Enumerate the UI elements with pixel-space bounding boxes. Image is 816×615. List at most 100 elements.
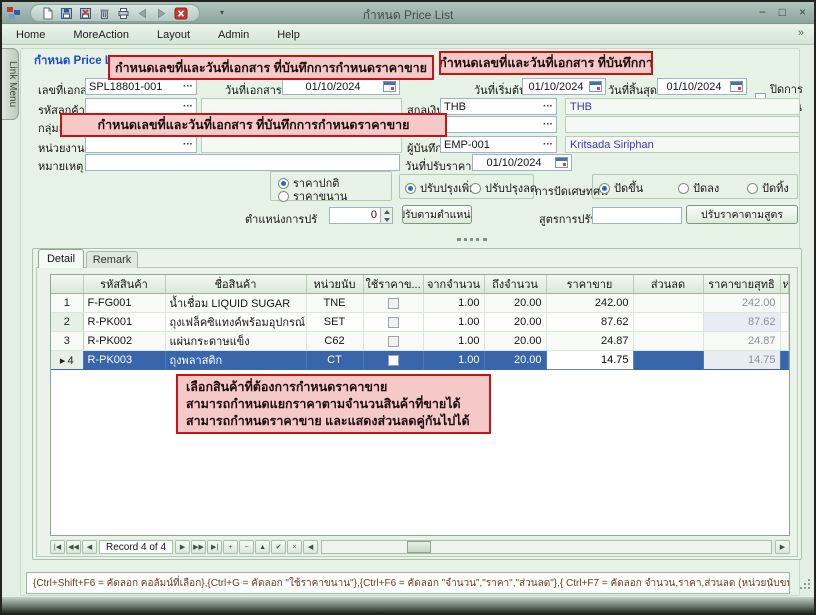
col-indicator[interactable]	[51, 275, 83, 294]
extra-lookup-field[interactable]: ···	[440, 116, 557, 133]
department-label: หน่วยงาน	[38, 139, 84, 157]
nav-prev-button[interactable]: ◀	[82, 540, 97, 554]
radio-icon	[278, 191, 289, 202]
window-bottom-edge	[2, 597, 814, 613]
col-price[interactable]: ราคาขาย	[546, 275, 633, 294]
nav-add-button[interactable]: +	[223, 540, 238, 554]
tab-remark[interactable]: Remark	[86, 251, 138, 268]
price-edit-cell[interactable]: 14.75	[546, 351, 633, 370]
nav-next-page-button[interactable]: ▶▶	[191, 540, 206, 554]
menu-help[interactable]: Help	[263, 27, 314, 43]
nav-delete-button[interactable]: −	[239, 540, 254, 554]
adjust-by-formula-button[interactable]: ปรับราคาตามสูตร	[686, 205, 798, 224]
close-button[interactable]: ×	[799, 5, 806, 19]
radio-icon	[678, 183, 689, 194]
col-use-parallel[interactable]: ใช้ราคาข...	[363, 275, 423, 294]
col-unit[interactable]: หน่วยนับ	[306, 275, 363, 294]
table-row[interactable]: 1 F-FG001 น้ำเชื่อม LIQUID SUGAR TNE 1.0…	[51, 294, 789, 313]
col-item-code[interactable]: รหัสสินค้า	[83, 275, 165, 294]
hscroll-left-button[interactable]: ◀	[303, 540, 318, 554]
splitter-handle[interactable]	[457, 238, 487, 241]
stepper-arrows-icon[interactable]	[380, 208, 392, 223]
menu-layout[interactable]: Layout	[143, 27, 204, 43]
start-date-field[interactable]: 01/10/2024	[522, 78, 606, 95]
radio-icon	[747, 183, 758, 194]
department-field[interactable]: ···	[85, 136, 197, 153]
annotation-box-group: กำหนดเลขที่และวันที่เอกสาร ที่บันทึกการก…	[60, 113, 447, 137]
price-parallel-radio[interactable]: ราคาขนาน	[278, 187, 347, 205]
col-to-qty[interactable]: ถึงจำนวน	[484, 275, 546, 294]
end-date-label: วันที่สิ้นสุด	[608, 81, 657, 99]
tab-detail[interactable]: Detail	[38, 249, 84, 268]
nav-last-button[interactable]: ▶|	[207, 540, 222, 554]
maximize-button[interactable]: □	[779, 5, 786, 19]
doc-date-field[interactable]: 01/10/2024	[282, 78, 400, 95]
col-item-name[interactable]: ชื่อสินค้า	[165, 275, 306, 294]
use-parallel-checkbox[interactable]	[388, 336, 399, 347]
customer-code-lookup-button[interactable]: ···	[183, 103, 193, 111]
extra-lookup-button[interactable]: ···	[543, 121, 553, 129]
currency-display: THB	[565, 98, 800, 115]
nav-first-button[interactable]: |◀	[50, 540, 65, 554]
minimize-button[interactable]: −	[759, 5, 766, 19]
nav-prev-page-button[interactable]: ◀◀	[66, 540, 81, 554]
use-parallel-checkbox[interactable]	[388, 317, 399, 328]
round-down-radio[interactable]: ปัดลง	[678, 179, 719, 197]
table-row[interactable]: 3 R-PK002 แผ่นกระดาษแข็ง C62 1.00 20.00 …	[51, 332, 789, 351]
adjust-date-label: วันที่ปรับราคา	[405, 157, 471, 175]
scrollbar-thumb[interactable]	[407, 541, 431, 553]
department-lookup-button[interactable]: ···	[183, 141, 193, 149]
grid-area: รหัสสินค้า ชื่อสินค้า หน่วยนับ ใช้ราคาข.…	[50, 274, 790, 536]
col-net-price[interactable]: ราคาขายสุทธิ	[703, 275, 780, 294]
calendar-icon[interactable]	[730, 81, 743, 92]
round-discard-radio[interactable]: ปัดทิ้ง	[747, 179, 789, 197]
calendar-icon[interactable]	[589, 81, 602, 92]
end-date-field[interactable]: 01/10/2024	[657, 78, 747, 95]
hscroll-right-button[interactable]: ▶	[775, 540, 790, 554]
titlebar: ▾ กำหนด Price List − □ ×	[2, 2, 814, 24]
nav-edit-button[interactable]: ▲	[255, 540, 270, 554]
recorder-lookup-button[interactable]: ···	[543, 141, 553, 149]
doc-no-lookup-button[interactable]: ···	[183, 83, 193, 91]
col-from-qty[interactable]: จากจำนวน	[423, 275, 484, 294]
position-label: ตำแหน่งการปรั	[245, 210, 317, 228]
link-menu-tab[interactable]: Link Menu	[2, 48, 19, 120]
department-display	[201, 136, 402, 153]
col-extra[interactable]: หน	[780, 275, 789, 294]
use-parallel-checkbox[interactable]	[388, 355, 399, 366]
doc-no-field[interactable]: SPL18801-001 ···	[85, 78, 197, 95]
nav-commit-button[interactable]: ✔	[271, 540, 286, 554]
menubar: Home MoreAction Layout Admin Help	[2, 25, 814, 45]
record-count-label: Record 4 of 4	[99, 540, 173, 554]
table-row-selected[interactable]: ▸4 R-PK003 ถุงพลาสติก CT 1.00 20.00 14.7…	[51, 351, 789, 370]
radio-icon	[599, 183, 610, 194]
menu-moreaction[interactable]: MoreAction	[59, 27, 143, 43]
menu-overflow-icon[interactable]: »	[798, 27, 804, 39]
adjust-date-field[interactable]: 01/10/2024	[472, 154, 572, 171]
recorder-field[interactable]: EMP-001 ···	[440, 136, 557, 153]
grid-header-row: รหัสสินค้า ชื่อสินค้า หน่วยนับ ใช้ราคาข.…	[51, 275, 789, 294]
table-row[interactable]: 2 R-PK001 ถุงเฟล็คซิแทงค์พร้อมอุปกรณ์เสร…	[51, 313, 789, 332]
calendar-icon[interactable]	[383, 81, 396, 92]
formula-field[interactable]	[592, 207, 682, 224]
position-stepper[interactable]: 0	[329, 207, 393, 224]
row-indicator-icon: ▸	[60, 355, 66, 367]
adjust-decrease-radio[interactable]: ปรับปรุงลด	[470, 179, 537, 197]
currency-lookup-button[interactable]: ···	[543, 103, 553, 111]
adjust-increase-radio[interactable]: ปรับปรุงเพิ่ม	[405, 179, 476, 197]
currency-field[interactable]: THB ···	[440, 98, 557, 115]
resize-grip[interactable]	[800, 579, 811, 590]
remark-field[interactable]	[85, 154, 400, 171]
nav-next-button[interactable]: ▶	[175, 540, 190, 554]
adjust-by-position-button[interactable]: ปรับตามตำแหน่ง	[402, 205, 472, 224]
round-up-radio[interactable]: ปัดขึ้น	[599, 179, 643, 197]
calendar-icon[interactable]	[555, 157, 568, 168]
annotation-box-doc: กำหนดเลขที่และวันที่เอกสาร ที่บันทึกการก…	[108, 55, 434, 80]
radio-icon	[470, 183, 481, 194]
use-parallel-checkbox[interactable]	[388, 298, 399, 309]
col-discount[interactable]: ส่วนลด	[633, 275, 703, 294]
menu-home[interactable]: Home	[2, 27, 59, 43]
horizontal-scrollbar[interactable]	[321, 540, 772, 554]
menu-admin[interactable]: Admin	[204, 27, 263, 43]
nav-cancel-button[interactable]: ×	[287, 540, 302, 554]
